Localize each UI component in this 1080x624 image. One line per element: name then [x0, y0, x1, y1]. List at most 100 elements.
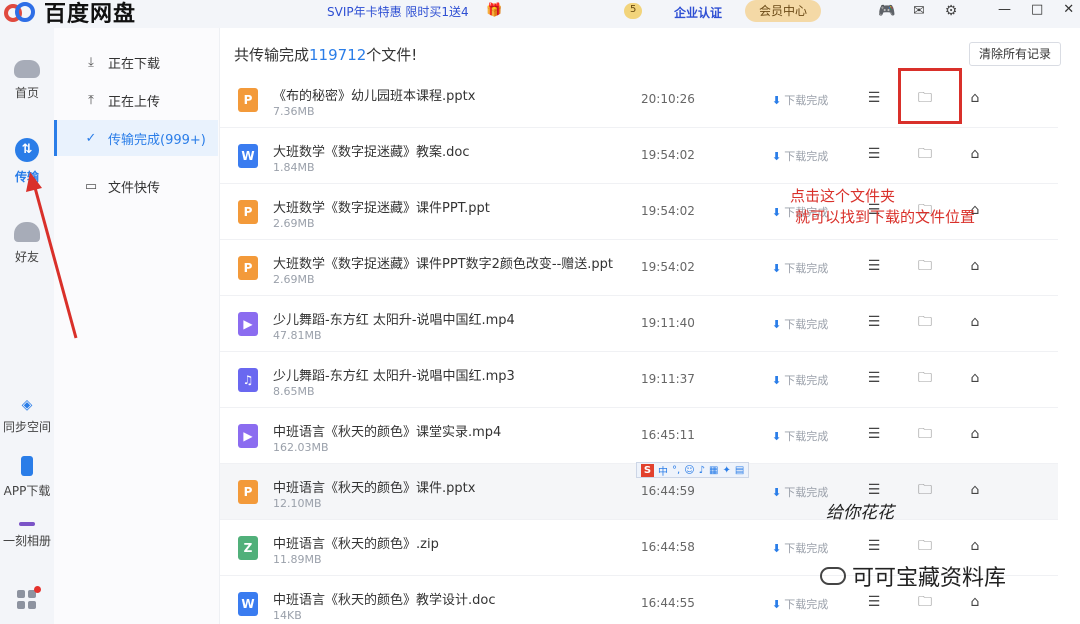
- file-details-icon[interactable]: ☰: [865, 145, 883, 163]
- download-icon: ⤓: [88, 54, 94, 70]
- file-details-icon[interactable]: ☰: [865, 425, 883, 443]
- logo-icon: [4, 1, 38, 23]
- wechat-icon: [820, 567, 846, 585]
- coin-badge[interactable]: 5: [624, 3, 643, 19]
- enterprise-auth-link[interactable]: 企业认证: [674, 4, 722, 21]
- status-label: 下载完成: [784, 598, 829, 611]
- download-status: ⬇ 下载完成: [772, 540, 828, 556]
- file-time: 19:11:37: [641, 372, 695, 386]
- zip-file-icon: Z: [238, 536, 258, 560]
- download-arrow-icon: ⬇: [772, 206, 782, 219]
- file-row[interactable]: W 大班数学《数字捉迷藏》教案.doc 1.84MB 19:54:02 ⬇ 下载完成 ☰ 🗀 ⌂: [220, 128, 1058, 184]
- delete-icon[interactable]: ⌂: [966, 89, 984, 107]
- doc-file-icon: W: [238, 592, 258, 616]
- delete-icon[interactable]: ⌂: [966, 537, 984, 555]
- file-time: 16:45:11: [641, 428, 695, 442]
- nav-album-label: 一刻相册: [2, 534, 51, 548]
- subnav-uploading[interactable]: ⤒ 正在上传: [54, 82, 220, 118]
- delete-icon[interactable]: ⌂: [966, 593, 984, 611]
- subnav-quick-send[interactable]: ▭ 文件快传: [54, 168, 220, 204]
- file-name: 中班语言《秋天的颜色》教学设计.doc: [273, 593, 496, 608]
- ime-toolbar[interactable]: S 中 °, ☺ ♪ ▦ ✦ ▤: [636, 462, 750, 478]
- mail-icon[interactable]: ✉: [910, 2, 928, 20]
- subnav-completed[interactable]: ✓ 传输完成(999+): [54, 120, 218, 156]
- file-name: 中班语言《秋天的颜色》课件.pptx: [273, 481, 476, 496]
- file-row[interactable]: ♫ 少儿舞蹈-东方红 太阳升-说唱中国红.mp3 8.65MB 19:11:37 ⬇ 下载…: [220, 352, 1058, 408]
- nav-app-download[interactable]: APP下载: [0, 456, 54, 499]
- friends-icon: [14, 222, 40, 242]
- nav-apps[interactable]: [0, 586, 54, 616]
- subnav-downloading[interactable]: ⤓ 正在下载: [54, 44, 220, 80]
- left-nav: 首页 ⇅ 传输 好友 ◈ 同步空间 APP下载 一刻相册: [0, 28, 54, 624]
- open-folder-icon[interactable]: 🗀: [916, 257, 934, 275]
- file-size: 7.36MB: [273, 105, 315, 118]
- download-arrow-icon: ⬇: [772, 262, 782, 275]
- file-row[interactable]: P 大班数学《数字捉迷藏》课件PPT数字2颜色改变--赠送.ppt 2.69MB 19…: [220, 240, 1058, 296]
- download-arrow-icon: ⬇: [772, 598, 782, 611]
- game-icon[interactable]: 🎮: [878, 2, 896, 20]
- download-status: ⬇ 下载完成: [772, 316, 828, 332]
- upload-icon: ⤒: [88, 92, 94, 108]
- download-arrow-icon: ⬇: [772, 94, 782, 107]
- file-name: 《布的秘密》幼儿园班本课程.pptx: [273, 89, 476, 104]
- open-folder-icon[interactable]: 🗀: [916, 425, 934, 443]
- highlight-box: [898, 68, 962, 124]
- ime-mode: 中: [658, 466, 668, 478]
- delete-icon[interactable]: ⌂: [966, 425, 984, 443]
- settings-icon[interactable]: ⚙: [942, 2, 960, 20]
- ppt-file-icon: P: [238, 256, 258, 280]
- maximize-button[interactable]: □: [1031, 2, 1043, 17]
- download-status: ⬇ 下载完成: [772, 260, 828, 276]
- open-folder-icon[interactable]: 🗀: [916, 537, 934, 555]
- file-details-icon[interactable]: ☰: [865, 593, 883, 611]
- status-label: 下载完成: [784, 430, 829, 443]
- file-details-icon[interactable]: ☰: [865, 481, 883, 499]
- file-details-icon[interactable]: ☰: [865, 313, 883, 331]
- open-folder-icon[interactable]: 🗀: [916, 145, 934, 163]
- delete-icon[interactable]: ⌂: [966, 481, 984, 499]
- ppt-file-icon: P: [238, 480, 258, 504]
- file-details-icon[interactable]: ☰: [865, 369, 883, 387]
- nav-transfer[interactable]: ⇅ 传输: [0, 138, 54, 185]
- file-row[interactable]: ▶ 少儿舞蹈-东方红 太阳升-说唱中国红.mp4 47.81MB 19:11:40 ⬇ 下…: [220, 296, 1058, 352]
- skin-icon: ✦: [722, 464, 731, 476]
- minimize-button[interactable]: —: [998, 2, 1011, 17]
- delete-icon[interactable]: ⌂: [966, 369, 984, 387]
- open-folder-icon[interactable]: 🗀: [916, 593, 934, 611]
- delete-icon[interactable]: ⌂: [966, 257, 984, 275]
- svip-promo-link[interactable]: SVIP年卡特惠 限时买1送4: [327, 3, 469, 20]
- open-folder-icon[interactable]: 🗀: [916, 369, 934, 387]
- vip-center-button[interactable]: 会员中心: [745, 0, 821, 22]
- file-name: 大班数学《数字捉迷藏》课件PPT.ppt: [273, 201, 490, 216]
- clear-all-records-button[interactable]: 清除所有记录: [969, 42, 1061, 66]
- file-details-icon[interactable]: ☰: [865, 537, 883, 555]
- subnav-downloading-label: 正在下载: [108, 56, 161, 72]
- nav-album[interactable]: 一刻相册: [0, 522, 54, 549]
- open-folder-icon[interactable]: 🗀: [916, 481, 934, 499]
- download-status: ⬇ 下载完成: [772, 596, 828, 612]
- file-name: 大班数学《数字捉迷藏》课件PPT数字2颜色改变--赠送.ppt: [273, 257, 614, 272]
- gift-icon[interactable]: 🎁: [486, 3, 502, 18]
- nav-home-label: 首页: [14, 86, 39, 100]
- close-button[interactable]: ✕: [1063, 2, 1074, 17]
- keyboard-icon: ▦: [709, 464, 719, 476]
- status-label: 下载完成: [784, 318, 829, 331]
- file-name: 大班数学《数字捉迷藏》教案.doc: [273, 145, 470, 160]
- open-folder-icon[interactable]: 🗀: [916, 313, 934, 331]
- nav-sync-label: 同步空间: [2, 420, 51, 434]
- file-size: 47.81MB: [273, 329, 322, 342]
- nav-home[interactable]: 首页: [0, 60, 54, 101]
- delete-icon[interactable]: ⌂: [966, 145, 984, 163]
- file-details-icon[interactable]: ☰: [865, 89, 883, 107]
- summary-suffix: 个文件!: [366, 46, 418, 64]
- annotation-text: 点击这个文件夹 就可以找到下载的文件位置: [790, 186, 975, 228]
- window-controls: — □ ✕: [998, 2, 1074, 17]
- file-row[interactable]: ▶ 中班语言《秋天的颜色》课堂实录.mp4 162.03MB 16:45:11 ⬇ 下载完…: [220, 408, 1058, 464]
- download-arrow-icon: ⬇: [772, 150, 782, 163]
- delete-icon[interactable]: ⌂: [966, 313, 984, 331]
- file-size: 14KB: [273, 609, 302, 622]
- nav-sync[interactable]: ◈ 同步空间: [0, 398, 54, 435]
- file-details-icon[interactable]: ☰: [865, 257, 883, 275]
- nav-friends[interactable]: 好友: [0, 222, 54, 265]
- nav-transfer-label: 传输: [14, 170, 39, 184]
